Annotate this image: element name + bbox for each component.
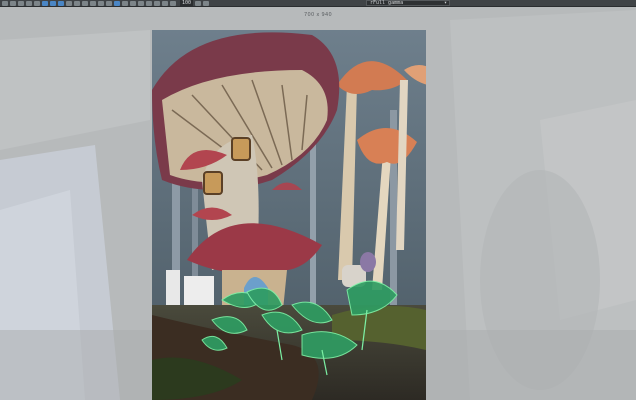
curves-icon[interactable] (154, 0, 160, 6)
zoom-icon[interactable] (195, 0, 202, 6)
exposure-icon[interactable] (162, 0, 168, 6)
region-icon[interactable] (114, 0, 120, 6)
chevron-down-icon: ▾ (443, 0, 447, 6)
lens-icon[interactable] (130, 0, 136, 6)
print-icon[interactable] (26, 0, 32, 6)
render-viewport[interactable] (152, 30, 426, 400)
red-channel-icon[interactable] (42, 0, 48, 6)
alpha-channel-icon[interactable] (66, 0, 72, 6)
compare-icon[interactable] (106, 0, 112, 6)
preset-select-value: rFull gamma (370, 0, 404, 6)
lock-icon[interactable] (90, 0, 96, 6)
settings-icon[interactable] (170, 0, 176, 6)
clear-icon[interactable] (34, 0, 40, 6)
stamp-icon[interactable] (138, 0, 144, 6)
blue-channel-icon[interactable] (58, 0, 64, 6)
rendered-scene (152, 30, 426, 400)
render-toolbar: 100 (0, 0, 636, 7)
green-channel-icon[interactable] (50, 0, 56, 6)
fit-icon[interactable] (203, 0, 210, 6)
clone-icon[interactable] (18, 0, 24, 6)
history-icon[interactable] (98, 0, 104, 6)
zoom-field[interactable]: 100 (180, 0, 194, 6)
levels-icon[interactable] (146, 0, 152, 6)
preset-select[interactable]: rFull gamma ▾ (366, 0, 450, 6)
swatch-icon[interactable] (82, 0, 88, 6)
copy-icon[interactable] (10, 0, 16, 6)
mono-icon[interactable] (74, 0, 80, 6)
track-icon[interactable] (122, 0, 128, 6)
save-icon[interactable] (2, 0, 8, 6)
resolution-label: 700 x 940 (304, 12, 332, 18)
